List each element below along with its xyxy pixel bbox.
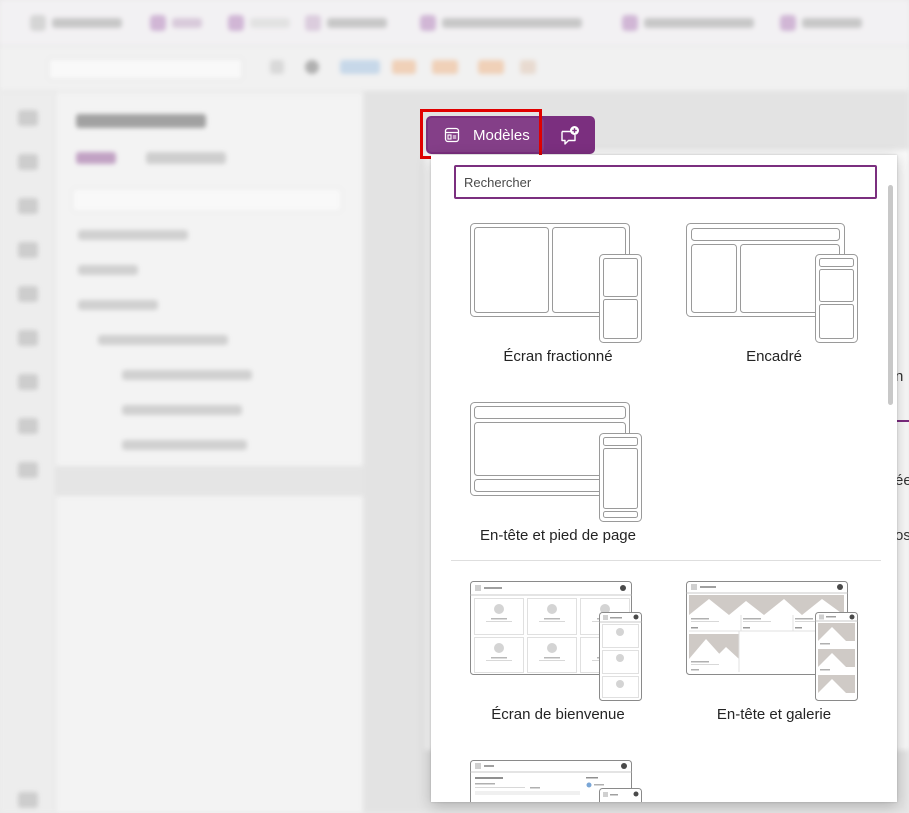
ribbon-item [780,12,862,34]
tree-title [76,114,206,128]
template-split-screen[interactable]: Écran fractionné [458,221,658,371]
canvas-text-fragment: os [895,527,909,544]
template-partial[interactable] [458,758,658,802]
templates-button[interactable]: Modèles [428,118,544,152]
tree-row [98,335,228,345]
rail-icon [18,330,38,346]
scrollbar-thumb[interactable] [888,185,893,405]
canvas-text-fragment: ée [895,472,909,489]
search-placeholder: Rechercher [464,174,532,190]
tree-view-panel [56,92,364,813]
toolbar-icon [478,60,504,74]
templates-button-label: Modèles [473,126,530,144]
header-gallery-thumbnail-icon [686,581,858,701]
template-layout-icon [444,127,460,143]
tree-row [78,300,158,310]
canvas-divider [896,420,909,422]
template-label: En-tête et pied de page [480,527,636,544]
rail-icon [18,286,38,302]
search-input[interactable]: Rechercher [454,165,877,199]
add-comment-icon [561,126,579,145]
section-divider [451,560,881,561]
template-header-gallery[interactable]: En-tête et galerie [674,579,874,729]
header-footer-layout-icon [470,402,642,522]
toolbar-icon [305,60,319,74]
toolbar-icon [392,60,416,74]
welcome-screen-thumbnail-icon [470,581,642,701]
tree-row [122,405,242,415]
toolbar-icon [520,60,536,74]
toolbar-icon [270,60,284,74]
template-sidebar[interactable]: Encadré [674,221,874,371]
rail-icon [18,792,38,808]
template-label: En-tête et galerie [716,706,832,723]
ribbon-item [150,12,202,34]
ribbon-item [228,12,290,34]
tree-row [78,230,188,240]
rail-icon [18,418,38,434]
split-screen-layout-icon [470,223,642,343]
ribbon-item [30,12,122,34]
left-rail [0,92,56,813]
formula-input [48,58,243,80]
add-comment-button[interactable] [552,120,588,152]
ribbon [0,0,909,46]
template-header-footer[interactable]: En-tête et pied de page [458,400,658,550]
rail-icon [18,154,38,170]
ribbon-item [305,12,387,34]
template-welcome-screen[interactable]: Écran de bienvenue [458,579,658,729]
tree-selected-row [56,466,364,496]
rail-icon [18,242,38,258]
template-label: Écran fractionné [503,348,613,365]
template-label: Encadré [746,348,802,365]
rail-icon [18,374,38,390]
rail-icon [18,110,38,126]
ribbon-item [420,12,582,34]
sidebar-layout-icon [686,223,858,343]
tree-row [122,370,252,380]
toolbar-icon [340,60,380,74]
tree-tab [76,152,116,164]
tree-row [78,265,138,275]
form-thumbnail-icon [470,760,642,802]
template-label: Écran de bienvenue [491,706,625,723]
ribbon-item [622,12,754,34]
tree-search [72,188,342,212]
rail-icon [18,462,38,478]
rail-icon [18,198,38,214]
tree-tab [146,152,226,164]
tree-row [122,440,247,450]
templates-panel: Rechercher Écran fractionné Encadré En-t… [431,155,897,802]
toolbar-icon [432,60,458,74]
